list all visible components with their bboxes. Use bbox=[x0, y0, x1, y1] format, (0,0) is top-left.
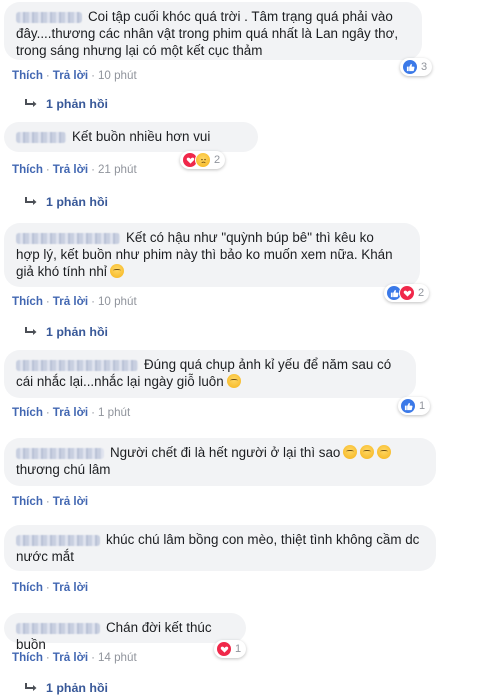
comment-bubble: Chán đời kết thúc buồn bbox=[4, 613, 246, 652]
blurred-author-name[interactable] bbox=[16, 534, 100, 546]
like-link[interactable]: Thích bbox=[12, 406, 43, 419]
like-link[interactable]: Thích bbox=[12, 581, 43, 594]
sad-emoji-icon bbox=[360, 445, 375, 459]
view-replies-link[interactable]: 1 phản hồi bbox=[24, 97, 108, 111]
reply-link[interactable]: Trả lời bbox=[53, 163, 88, 176]
comment-text: Người chết đi là hết người ở lại thì sao bbox=[110, 445, 341, 460]
reply-link[interactable]: Trả lời bbox=[53, 69, 88, 82]
comment-actions: Thích · Trả lời · 10 phút bbox=[12, 69, 137, 82]
view-replies-link[interactable]: 1 phản hồi bbox=[24, 681, 108, 695]
like-link[interactable]: Thích bbox=[12, 651, 43, 664]
comment-actions: Thích · Trả lời bbox=[12, 581, 88, 594]
love-icon bbox=[216, 641, 232, 657]
replies-count: 1 phản hồi bbox=[46, 195, 108, 209]
separator: · bbox=[45, 295, 50, 308]
love-icon bbox=[399, 285, 415, 301]
like-link[interactable]: Thích bbox=[12, 69, 43, 82]
timestamp[interactable]: 14 phút bbox=[98, 651, 137, 664]
timestamp[interactable]: 10 phút bbox=[98, 295, 137, 308]
separator: · bbox=[45, 163, 50, 176]
reaction-count: 2 bbox=[418, 287, 425, 299]
separator: · bbox=[45, 406, 50, 419]
reply-arrow-icon bbox=[25, 197, 37, 205]
comment-actions: Thích · Trả lời · 1 phút bbox=[12, 406, 130, 419]
like-link[interactable]: Thích bbox=[12, 295, 43, 308]
comment-actions: Thích · Trả lời · 14 phút bbox=[12, 651, 137, 664]
replies-count: 1 phản hồi bbox=[46, 681, 108, 695]
blurred-author-name[interactable] bbox=[16, 131, 66, 143]
blurred-author-name[interactable] bbox=[16, 447, 104, 459]
sad-emoji-icon bbox=[377, 445, 392, 459]
sad-emoji-icon bbox=[226, 374, 241, 388]
separator: · bbox=[45, 651, 50, 664]
like-icon bbox=[400, 398, 416, 414]
separator: · bbox=[91, 295, 95, 308]
sad-emoji-icon bbox=[343, 445, 358, 459]
reaction-count: 1 bbox=[419, 400, 426, 412]
reply-link[interactable]: Trả lời bbox=[53, 406, 88, 419]
reaction-summary[interactable]: 3 bbox=[400, 58, 433, 76]
reaction-count: 1 bbox=[235, 643, 242, 655]
separator: · bbox=[45, 495, 50, 508]
replies-count: 1 phản hồi bbox=[46, 97, 108, 111]
separator: · bbox=[45, 69, 50, 82]
comment-bubble: Người chết đi là hết người ở lại thì sao… bbox=[4, 438, 436, 486]
separator: · bbox=[91, 406, 95, 419]
reply-link[interactable]: Trả lời bbox=[53, 495, 88, 508]
separator: · bbox=[91, 69, 95, 82]
separator: · bbox=[91, 651, 95, 664]
separator: · bbox=[91, 163, 95, 176]
comment-actions: Thích · Trả lời bbox=[12, 495, 88, 508]
view-replies-link[interactable]: 1 phản hồi bbox=[24, 195, 108, 209]
comment-actions: Thích · Trả lời · 21 phút bbox=[12, 163, 137, 176]
reply-arrow-icon bbox=[25, 99, 37, 107]
comment-bubble: Đúng quá chụp ảnh kỉ yếu để năm sau có c… bbox=[4, 350, 416, 398]
blurred-author-name[interactable] bbox=[16, 11, 82, 23]
reaction-summary[interactable]: 1 bbox=[398, 397, 431, 415]
comment-actions: Thích · Trả lời · 10 phút bbox=[12, 295, 137, 308]
replies-count: 1 phản hồi bbox=[46, 325, 108, 339]
timestamp[interactable]: 1 phút bbox=[98, 406, 130, 419]
sad-icon bbox=[195, 152, 211, 168]
comment-text-line2: thương chú lâm bbox=[16, 462, 111, 477]
reaction-count: 3 bbox=[421, 61, 428, 73]
reaction-summary[interactable]: 2 bbox=[180, 151, 226, 169]
like-link[interactable]: Thích bbox=[12, 163, 43, 176]
timestamp[interactable]: 10 phút bbox=[98, 69, 137, 82]
reply-arrow-icon bbox=[25, 327, 37, 335]
view-replies-link[interactable]: 1 phản hồi bbox=[24, 325, 108, 339]
reply-link[interactable]: Trả lời bbox=[53, 581, 88, 594]
blurred-author-name[interactable] bbox=[16, 359, 138, 371]
blurred-author-name[interactable] bbox=[16, 232, 120, 244]
comment-bubble: Kết có hậu như "quỳnh búp bê" thì kêu ko… bbox=[4, 223, 420, 287]
reaction-summary[interactable]: 2 bbox=[384, 284, 430, 302]
reply-link[interactable]: Trả lời bbox=[53, 651, 88, 664]
comment-bubble: khúc chú lâm bồng con mèo, thiệt tình kh… bbox=[4, 525, 436, 571]
reply-arrow-icon bbox=[25, 683, 37, 691]
like-link[interactable]: Thích bbox=[12, 495, 43, 508]
smile-emoji-icon bbox=[109, 264, 124, 278]
comment-text: Kết buồn nhiều hơn vui bbox=[72, 129, 211, 144]
reply-link[interactable]: Trả lời bbox=[53, 295, 88, 308]
reaction-summary[interactable]: 1 bbox=[214, 640, 247, 658]
separator: · bbox=[45, 581, 50, 594]
like-icon bbox=[402, 59, 418, 75]
comment-bubble: Kết buồn nhiều hơn vui bbox=[4, 122, 258, 152]
reaction-count: 2 bbox=[214, 154, 221, 166]
blurred-author-name[interactable] bbox=[16, 622, 100, 634]
comment-bubble: Coi tập cuối khóc quá trời . Tâm trạng q… bbox=[4, 2, 422, 60]
timestamp[interactable]: 21 phút bbox=[98, 163, 137, 176]
